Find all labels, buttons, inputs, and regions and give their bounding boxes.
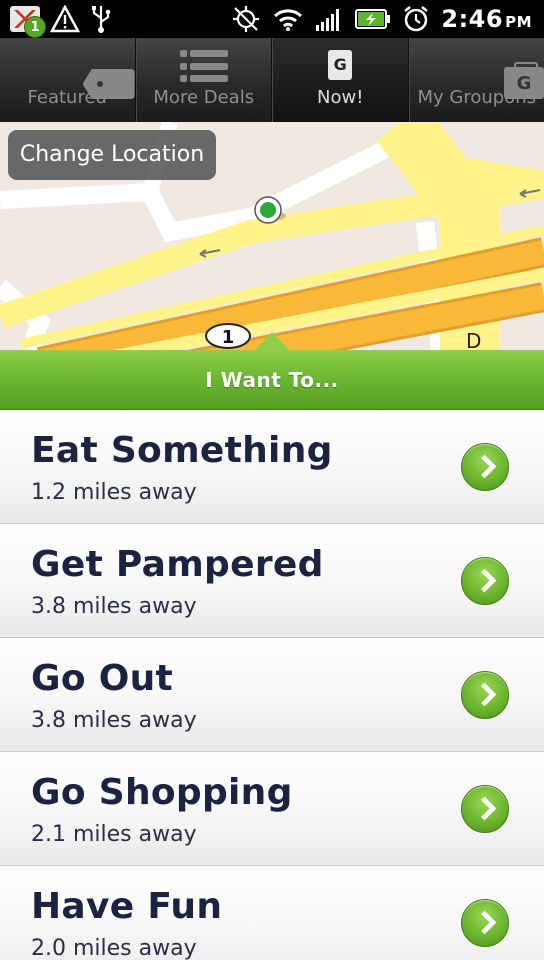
chevron-right-icon[interactable] [461, 443, 509, 491]
warning-icon [50, 5, 80, 33]
alarm-icon [404, 6, 429, 32]
tab-now-label: Now! [317, 87, 364, 108]
header-notch [255, 332, 289, 350]
category-title: Eat Something [31, 430, 333, 471]
list-item[interactable]: Eat Something 1.2 miles away [0, 410, 544, 524]
chevron-right-icon[interactable] [461, 671, 509, 719]
signal-icon [316, 9, 340, 31]
map-view[interactable]: D Change Location 1 [0, 122, 544, 350]
gmail-icon[interactable]: 1 [10, 6, 46, 38]
battery-charging-icon [355, 9, 391, 29]
clock: 2:46 PM [441, 5, 532, 33]
category-distance: 1.2 miles away [31, 480, 197, 505]
tab-more-deals-label: More Deals [153, 87, 255, 108]
usb-icon [92, 6, 111, 33]
list-item[interactable]: Go Out 3.8 miles away [0, 638, 544, 752]
list-item[interactable]: Get Pampered 3.8 miles away [0, 524, 544, 638]
category-distance: 2.0 miles away [31, 936, 197, 960]
category-distance: 3.8 miles away [31, 708, 197, 733]
category-distance: 3.8 miles away [31, 594, 197, 619]
category-distance: 2.1 miles away [31, 822, 197, 847]
clock-ampm: PM [505, 13, 532, 31]
clock-time: 2:46 [441, 5, 504, 33]
route-marker-label: 1 [222, 327, 235, 348]
groupon-bag-icon: G [504, 62, 544, 99]
tab-more-deals[interactable]: More Deals [135, 38, 272, 122]
route-marker: 1 [205, 323, 251, 349]
category-title: Go Out [31, 658, 174, 699]
tab-bar: Featured More Deals G Now! G My Groupons [0, 38, 544, 122]
notification-count-badge: 1 [24, 16, 46, 38]
wifi-icon [274, 9, 303, 31]
category-list: Eat Something 1.2 miles away Get Pampere… [0, 410, 544, 960]
list-item[interactable]: Have Fun 2.0 miles away [0, 866, 544, 960]
category-title: Get Pampered [31, 544, 324, 585]
tab-now[interactable]: G Now! [272, 38, 409, 122]
chevron-right-icon[interactable] [461, 785, 509, 833]
groupon-g-icon: G [328, 50, 353, 80]
list-icon [179, 50, 228, 82]
status-bar: 1 2:46 PM [0, 0, 544, 38]
tag-icon [82, 69, 135, 99]
category-title: Go Shopping [31, 772, 293, 813]
tab-my-groupons[interactable]: G My Groupons [408, 38, 544, 122]
chevron-right-icon[interactable] [461, 557, 509, 605]
svg-text:D: D [466, 329, 481, 350]
change-location-button[interactable]: Change Location [8, 130, 216, 180]
chevron-right-icon[interactable] [461, 899, 509, 947]
category-title: Have Fun [31, 886, 223, 927]
list-item[interactable]: Go Shopping 2.1 miles away [0, 752, 544, 866]
section-header: I Want To... [0, 350, 544, 410]
gps-off-icon [233, 6, 260, 32]
tab-featured[interactable]: Featured [0, 38, 136, 122]
